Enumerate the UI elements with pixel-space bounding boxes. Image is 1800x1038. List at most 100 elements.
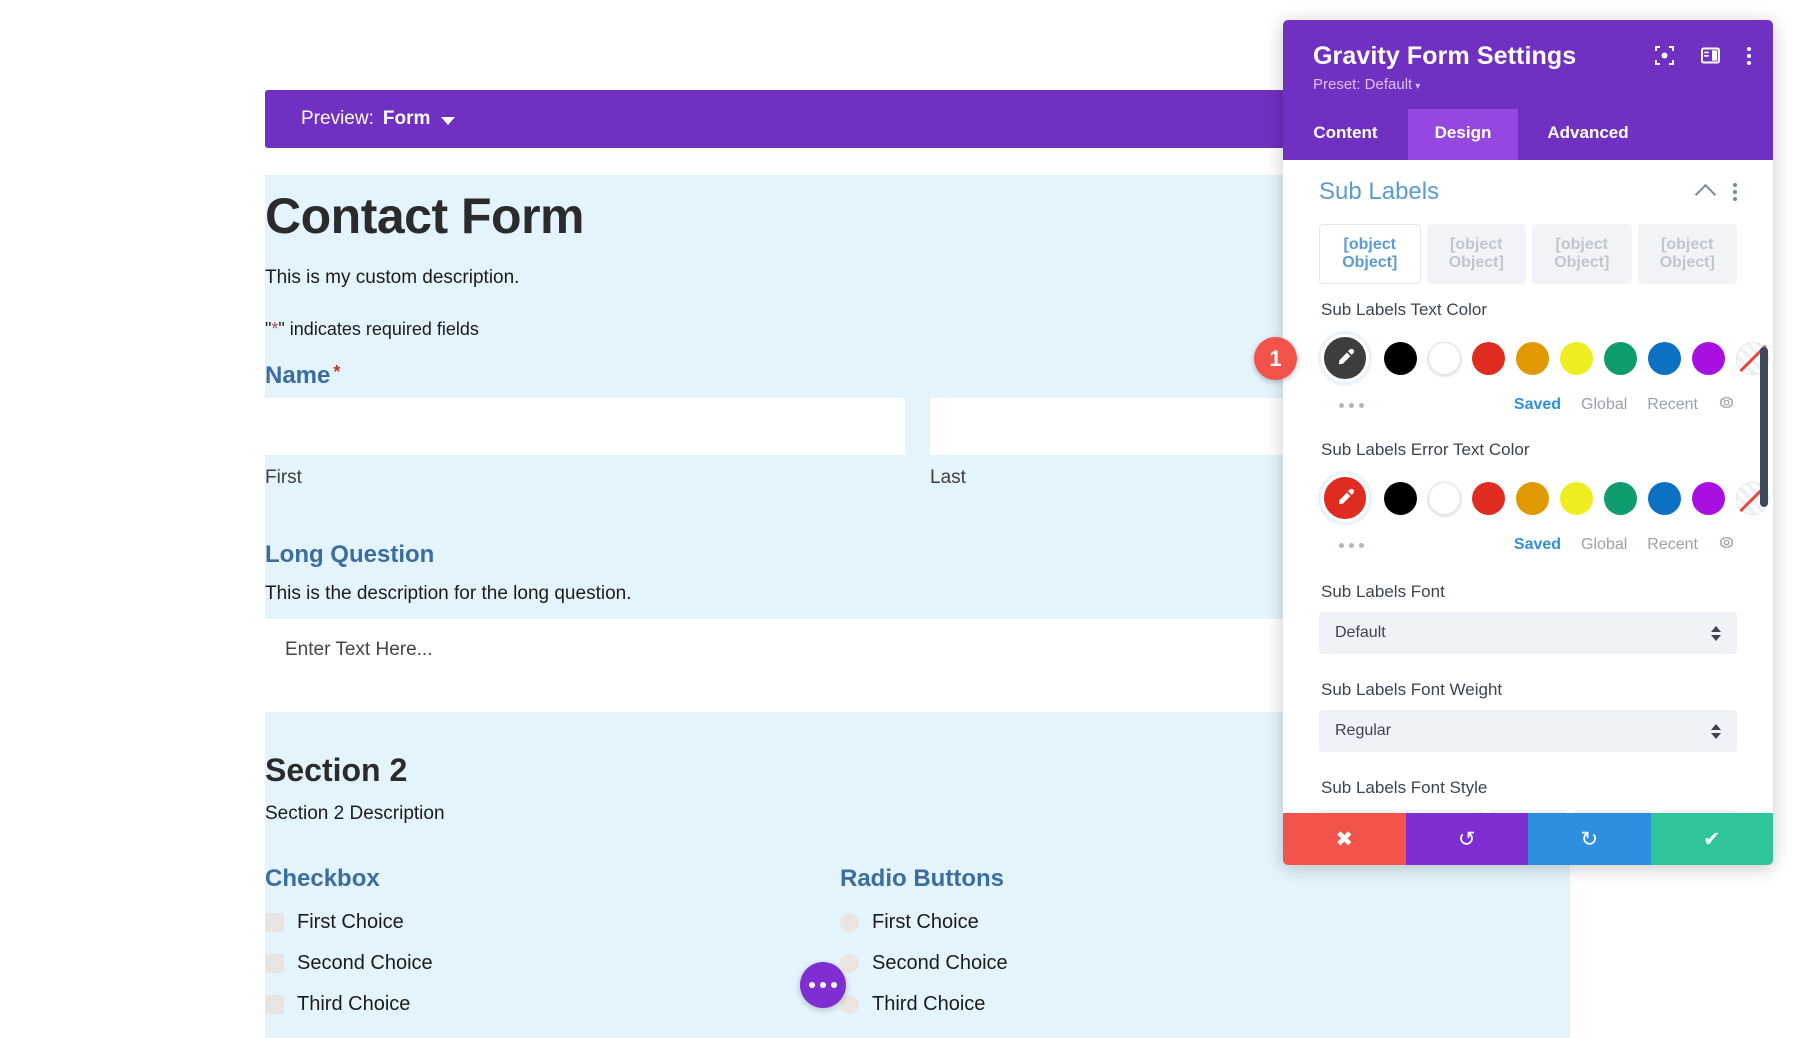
preview-mode-value[interactable]: Form: [383, 108, 431, 130]
redo-button[interactable]: ↻: [1528, 813, 1651, 865]
swatch-purple[interactable]: [1692, 342, 1725, 375]
sub-labels-error-text-color-swatches: [1319, 474, 1737, 522]
tab-advanced[interactable]: Advanced: [1518, 109, 1658, 160]
swatch-blue[interactable]: [1648, 342, 1681, 375]
gear-icon[interactable]: [1718, 534, 1735, 556]
panel-header: Gravity Form Settings Preset: Default▾: [1283, 20, 1773, 109]
checkbox-group-label: Checkbox: [265, 865, 840, 893]
gear-icon[interactable]: [1718, 394, 1735, 416]
recent-colors-link[interactable]: Recent: [1647, 396, 1698, 414]
dot: [831, 982, 837, 988]
sub-labels-font-weight-label: Sub Labels Font Weight: [1321, 680, 1737, 700]
font-style-uppercase-button[interactable]: TT: [1404, 810, 1482, 813]
device-tab-tablet[interactable]: [object Object]: [1427, 224, 1527, 284]
color-source-links: Saved Global Recent: [1514, 534, 1735, 556]
save-button[interactable]: ✔: [1651, 813, 1774, 865]
swatch-orange[interactable]: [1516, 482, 1549, 515]
swatch-white[interactable]: [1428, 342, 1461, 375]
required-asterisk: *: [333, 362, 340, 382]
swatch-black[interactable]: [1384, 342, 1417, 375]
sub-labels-font-style-label: Sub Labels Font Style: [1321, 778, 1737, 798]
settings-group-actions: [1698, 182, 1737, 202]
swatch-green[interactable]: [1604, 482, 1637, 515]
eyedropper-icon[interactable]: [1321, 334, 1369, 382]
device-tab-extra[interactable]: [object Object]: [1638, 224, 1738, 284]
name-first-col: First: [265, 398, 905, 489]
kebab-menu-icon[interactable]: [1747, 47, 1751, 65]
settings-group-title: Sub Labels: [1319, 178, 1439, 206]
close-button[interactable]: ✖: [1283, 813, 1406, 865]
radio-icon[interactable]: [840, 913, 859, 932]
ellipsis-icon[interactable]: [800, 962, 846, 1008]
radio-icon[interactable]: [840, 954, 859, 973]
swatch-black[interactable]: [1384, 482, 1417, 515]
list-item[interactable]: Second Choice: [265, 952, 840, 975]
checkbox-icon[interactable]: [265, 995, 284, 1014]
checkbox-option-label: Second Choice: [297, 952, 433, 975]
tab-design[interactable]: Design: [1408, 109, 1518, 160]
swatch-orange[interactable]: [1516, 342, 1549, 375]
saved-colors-link[interactable]: Saved: [1514, 536, 1561, 554]
app-root: Preview: Form Contact Form This is my cu…: [0, 0, 1800, 1038]
checkbox-icon[interactable]: [265, 954, 284, 973]
eyedropper-icon[interactable]: [1321, 474, 1369, 522]
dot: [809, 982, 815, 988]
sub-labels-text-color-meta: Saved Global Recent: [1319, 394, 1737, 416]
panel-header-icons: [1655, 46, 1751, 65]
global-colors-link[interactable]: Global: [1581, 536, 1627, 554]
sub-labels-font-label: Sub Labels Font: [1321, 582, 1737, 602]
sub-labels-error-text-color-label: Sub Labels Error Text Color: [1321, 440, 1737, 460]
list-item[interactable]: Third Choice: [840, 993, 1415, 1016]
focus-target-icon[interactable]: [1655, 46, 1674, 65]
panel-scrollbar[interactable]: [1760, 347, 1768, 507]
sub-labels-font-style-buttons: I TT Tt U S: [1319, 810, 1737, 813]
font-style-strikethrough-button[interactable]: S: [1659, 810, 1737, 813]
preset-selector[interactable]: Preset: Default▾: [1313, 76, 1747, 93]
preset-label: Preset: Default: [1313, 76, 1412, 93]
settings-group-header: Sub Labels: [1319, 178, 1737, 206]
swatch-blue[interactable]: [1648, 482, 1681, 515]
swatch-white[interactable]: [1428, 482, 1461, 515]
chevron-up-icon[interactable]: [1695, 184, 1716, 205]
tab-content[interactable]: Content: [1283, 109, 1408, 160]
list-item[interactable]: Third Choice: [265, 993, 840, 1016]
sub-labels-font-weight-value: Regular: [1335, 722, 1391, 740]
sub-labels-text-color-swatches: [1319, 334, 1737, 382]
sub-labels-font-weight-select[interactable]: Regular: [1319, 710, 1737, 752]
kebab-menu-icon[interactable]: [1733, 183, 1737, 201]
layout-panel-icon[interactable]: [1701, 46, 1720, 65]
checkbox-icon[interactable]: [265, 913, 284, 932]
preview-label: Preview:: [301, 108, 374, 130]
panel-body: Sub Labels [object Object] [object Objec…: [1283, 160, 1773, 813]
swatch-red[interactable]: [1472, 342, 1505, 375]
swatch-yellow[interactable]: [1560, 482, 1593, 515]
device-tabs: [object Object] [object Object] [object …: [1319, 224, 1737, 284]
radio-group-label: Radio Buttons: [840, 865, 1415, 893]
swatch-purple[interactable]: [1692, 482, 1725, 515]
font-style-underline-button[interactable]: U: [1574, 810, 1652, 813]
undo-button[interactable]: ↺: [1406, 813, 1529, 865]
sub-labels-font-select[interactable]: Default: [1319, 612, 1737, 654]
list-item[interactable]: First Choice: [840, 911, 1415, 934]
ellipsis-icon[interactable]: [1321, 403, 1364, 408]
list-item[interactable]: First Choice: [265, 911, 840, 934]
swatch-red[interactable]: [1472, 482, 1505, 515]
saved-colors-link[interactable]: Saved: [1514, 396, 1561, 414]
device-tab-phone[interactable]: [object Object]: [1532, 224, 1632, 284]
recent-colors-link[interactable]: Recent: [1647, 536, 1698, 554]
panel-tabs: Content Design Advanced: [1283, 109, 1773, 160]
name-first-input[interactable]: [265, 398, 905, 455]
sub-labels-error-text-color-meta: Saved Global Recent: [1319, 534, 1737, 556]
swatch-green[interactable]: [1604, 342, 1637, 375]
list-item[interactable]: Second Choice: [840, 952, 1415, 975]
ellipsis-icon[interactable]: [1321, 543, 1364, 548]
global-colors-link[interactable]: Global: [1581, 396, 1627, 414]
device-tab-desktop[interactable]: [object Object]: [1319, 224, 1421, 284]
radio-icon[interactable]: [840, 995, 859, 1014]
caret-down-icon[interactable]: [441, 117, 455, 125]
chevron-updown-icon: [1711, 724, 1721, 739]
font-style-italic-button[interactable]: I: [1319, 810, 1397, 813]
font-style-capitalize-button[interactable]: Tt: [1489, 810, 1567, 813]
swatch-yellow[interactable]: [1560, 342, 1593, 375]
status-badge: 1: [1254, 337, 1297, 380]
